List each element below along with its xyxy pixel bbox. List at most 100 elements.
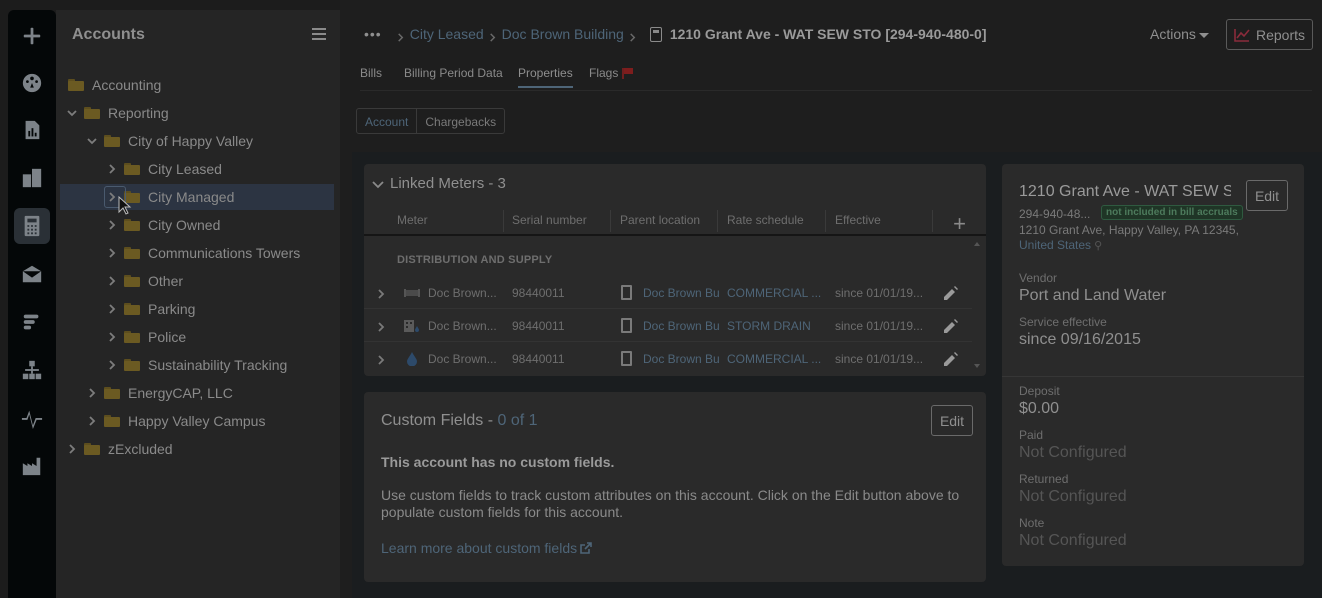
factory-icon[interactable] — [14, 448, 50, 484]
table-row[interactable]: Doc Brown... 98440011 Doc Brown Bu COMME… — [364, 277, 972, 309]
tree-item-city-owned[interactable]: City Owned — [60, 212, 334, 238]
edit-custom-fields-button[interactable]: Edit — [931, 405, 973, 436]
report-chart-icon[interactable] — [14, 112, 50, 148]
tree-item-communications-towers[interactable]: Communications Towers — [60, 240, 334, 266]
reports-button[interactable]: Reports — [1226, 19, 1313, 50]
chevron-right-icon[interactable] — [106, 163, 118, 175]
sub-tab-group: Account Chargebacks — [356, 108, 506, 134]
tree-item-city-leased[interactable]: City Leased — [60, 156, 334, 182]
bars-icon[interactable] — [14, 304, 50, 340]
tree-item-sustainability-tracking[interactable]: Sustainability Tracking — [60, 352, 334, 378]
col-meter[interactable]: Meter — [397, 213, 428, 227]
col-parent-location[interactable]: Parent location — [620, 213, 700, 227]
chevron-right-icon[interactable] — [106, 331, 118, 343]
chevron-right-icon[interactable] — [106, 275, 118, 287]
service-effective-label: Service effective — [1019, 315, 1107, 329]
breadcrumb-city-leased[interactable]: City Leased — [410, 26, 484, 42]
hamburger-menu-icon[interactable] — [312, 28, 326, 40]
col-rate-schedule[interactable]: Rate schedule — [727, 213, 804, 227]
hierarchy-icon[interactable] — [14, 352, 50, 388]
folder-icon — [124, 275, 140, 287]
mail-icon[interactable] — [14, 256, 50, 292]
linked-meters-card: Linked Meters - 3 Meter Serial number Pa… — [364, 164, 986, 376]
table-row[interactable]: Doc Brown... 98440011 Doc Brown Bu COMME… — [364, 343, 972, 375]
scroll-down-arrow[interactable] — [974, 364, 980, 368]
tree-item-happy-valley-campus[interactable]: Happy Valley Campus — [60, 408, 334, 434]
breadcrumb-doc-brown-building[interactable]: Doc Brown Building — [502, 26, 624, 42]
tree-item-energycap-llc[interactable]: EnergyCAP, LLC — [60, 380, 334, 406]
table-row[interactable]: Doc Brown... 98440011 Doc Brown Bu STORM… — [364, 310, 972, 342]
calculator-icon[interactable] — [14, 208, 50, 244]
chevron-right-icon[interactable] — [106, 359, 118, 371]
chevron-right-icon[interactable] — [86, 387, 98, 399]
mouse-cursor-icon — [118, 196, 132, 215]
chevron-right-icon[interactable] — [376, 288, 386, 299]
tab-billing-period-data[interactable]: Billing Period Data — [404, 66, 503, 80]
chevron-right-icon[interactable] — [106, 303, 118, 315]
edit-account-button[interactable]: Edit — [1246, 180, 1288, 211]
linked-meters-header[interactable]: Linked Meters - 3 — [372, 175, 506, 192]
returned-label: Returned — [1019, 472, 1069, 486]
breadcrumb-ellipsis[interactable]: ••• — [364, 26, 382, 42]
building-icon — [621, 285, 632, 300]
account-code: 294-940-48... — [1019, 207, 1091, 221]
meter-group-label: DISTRIBUTION AND SUPPLY — [397, 254, 553, 266]
buildings-icon[interactable] — [14, 160, 50, 196]
chevron-right-icon — [488, 29, 498, 42]
returned-value: Not Configured — [1019, 488, 1127, 505]
building-icon — [621, 351, 632, 366]
service-effective-value: since 09/16/2015 — [1019, 331, 1141, 348]
vendor-value: Port and Land Water — [1019, 287, 1167, 304]
add-meter-button[interactable]: + — [953, 213, 966, 235]
tab-bar: Bills Billing Period Data Properties Fla… — [360, 66, 1312, 91]
edit-pencil-icon[interactable] — [944, 286, 958, 300]
tab-bills[interactable]: Bills — [360, 66, 382, 80]
divider — [1002, 376, 1304, 377]
learn-more-link[interactable]: Learn more about custom fields — [381, 540, 592, 556]
chevron-right-icon[interactable] — [106, 219, 118, 231]
tab-flags[interactable]: Flags — [589, 66, 633, 80]
calculator-icon — [649, 26, 662, 42]
chevron-right-icon[interactable] — [86, 415, 98, 427]
tree-item-city-managed[interactable]: City Managed — [60, 184, 334, 210]
chevron-down-icon[interactable] — [66, 107, 78, 119]
edit-pencil-icon[interactable] — [944, 352, 958, 366]
col-serial-number[interactable]: Serial number — [512, 213, 587, 227]
chevron-right-icon[interactable] — [106, 247, 118, 259]
status-badge: not included in bill accruals — [1101, 205, 1243, 220]
tree-item-accounting[interactable]: Accounting — [60, 72, 334, 98]
storm-drain-icon — [404, 320, 419, 332]
dashboard-icon[interactable] — [14, 65, 50, 101]
accounts-tree-panel: Accounts Accounting Reporting City of Ha… — [56, 10, 340, 598]
tree-item-city-of-happy-valley[interactable]: City of Happy Valley — [60, 128, 334, 154]
plus-icon[interactable] — [14, 18, 50, 54]
tree-item-parking[interactable]: Parking — [60, 296, 334, 322]
folder-icon — [84, 443, 100, 455]
meters-column-headers: Meter Serial number Parent location Rate… — [364, 206, 986, 236]
map-pin-icon[interactable]: ⚲ — [1091, 240, 1102, 252]
country-link[interactable]: United States — [1019, 238, 1091, 252]
tab-properties[interactable]: Properties — [518, 66, 573, 88]
pulse-icon[interactable] — [14, 400, 50, 436]
caret-down-icon — [1198, 32, 1209, 38]
chevron-right-icon[interactable] — [376, 321, 386, 332]
subtab-account[interactable]: Account — [357, 109, 416, 133]
folder-icon — [124, 359, 140, 371]
folder-icon — [104, 387, 120, 399]
edit-pencil-icon[interactable] — [944, 319, 958, 333]
scroll-up-arrow[interactable] — [974, 242, 980, 246]
tree-item-other[interactable]: Other — [60, 268, 334, 294]
chevron-right-icon[interactable] — [376, 354, 386, 365]
tree-item-zexcluded[interactable]: zExcluded — [60, 436, 334, 462]
chevron-right-icon[interactable] — [66, 443, 78, 455]
col-effective[interactable]: Effective — [835, 213, 881, 227]
account-address: 1210 Grant Ave, Happy Valley, PA 12345, … — [1019, 223, 1239, 252]
meter-bar-icon — [404, 289, 420, 297]
subtab-chargebacks[interactable]: Chargebacks — [416, 109, 504, 133]
main-content: ••• City Leased Doc Brown Building 1210 … — [340, 0, 1322, 598]
actions-menu[interactable]: Actions — [1150, 26, 1209, 42]
folder-icon — [124, 219, 140, 231]
tree-item-police[interactable]: Police — [60, 324, 334, 350]
tree-item-reporting[interactable]: Reporting — [60, 100, 334, 126]
chevron-down-icon[interactable] — [86, 135, 98, 147]
